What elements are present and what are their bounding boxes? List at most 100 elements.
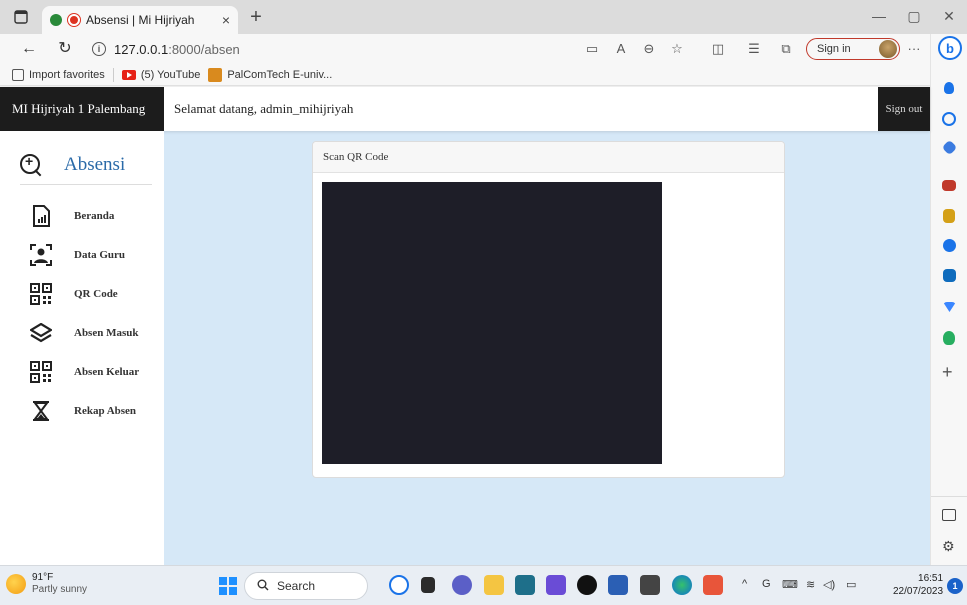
favorite-label: PalComTech E-univ...	[227, 68, 333, 81]
favorite-youtube[interactable]: (5) YouTube	[121, 68, 201, 81]
sidebar-header: + Absensi	[20, 145, 152, 185]
taskbar: 91°F Partly sunny Search ^ G ⌨ ≋ ◁) ▭ 16…	[0, 565, 967, 605]
sidebar-item-data-guru[interactable]: Data Guru	[30, 242, 160, 268]
time: 16:51	[918, 573, 944, 584]
word-icon[interactable]	[608, 575, 628, 595]
sign-in-button[interactable]: Sign in	[806, 38, 900, 60]
close-window-icon[interactable]: ✕	[939, 8, 959, 25]
edge-icon[interactable]	[672, 575, 692, 595]
card-title: Scan QR Code	[313, 142, 784, 173]
add-icon[interactable]: +	[942, 362, 953, 383]
top-navbar: MI Hijriyah 1 Palembang Selamat datang, …	[0, 87, 930, 131]
vscode-icon[interactable]	[546, 575, 566, 595]
person-scan-icon	[30, 244, 52, 266]
sidebar-item-label: Beranda	[74, 210, 115, 222]
tiktok-icon[interactable]	[577, 575, 597, 595]
layers-icon	[30, 322, 52, 344]
notification-badge[interactable]: 1	[947, 578, 963, 594]
search-icon[interactable]	[942, 112, 956, 126]
weather-widget[interactable]: 91°F Partly sunny	[6, 572, 87, 596]
sidebar-item-label: QR Code	[74, 288, 118, 300]
favorite-import[interactable]: Import favorites	[12, 68, 105, 81]
import-icon	[12, 68, 24, 81]
tab-actions-icon[interactable]	[10, 7, 32, 27]
start-button[interactable]	[219, 577, 237, 595]
chat-icon[interactable]	[452, 575, 472, 595]
url-field[interactable]: i 127.0.0.1:8000/absen	[92, 38, 570, 60]
copilot-icon[interactable]	[389, 575, 409, 595]
sign-out-button[interactable]: Sign out	[878, 87, 930, 131]
sidebar-item-label: Rekap Absen	[74, 405, 137, 417]
refresh-icon[interactable]: ↻	[54, 39, 76, 59]
hourglass-icon	[30, 400, 52, 422]
battery-icon[interactable]: ▭	[846, 578, 856, 591]
youtube-icon	[121, 69, 136, 80]
terminal-icon[interactable]	[640, 575, 660, 595]
drop-icon[interactable]	[943, 302, 956, 312]
sidebar-item-absen-masuk[interactable]: Absen Masuk	[30, 320, 160, 346]
taskbar-search[interactable]: Search	[244, 572, 368, 600]
shopping-icon[interactable]	[941, 139, 958, 156]
favorite-star-icon[interactable]: ☆	[668, 40, 686, 58]
tab-close-icon[interactable]: ×	[222, 12, 230, 28]
tray-chevron-icon[interactable]: ^	[742, 578, 747, 590]
tools-icon[interactable]	[942, 180, 956, 191]
file-explorer-icon[interactable]	[484, 575, 504, 595]
task-view-icon[interactable]	[421, 577, 435, 593]
read-aloud-icon[interactable]: A	[612, 40, 630, 58]
temperature: 91°F	[32, 572, 54, 583]
clock[interactable]: 16:51 22/07/2023	[893, 572, 943, 598]
split-screen-icon[interactable]: ◫	[709, 40, 727, 58]
sidebar-item-label: Absen Keluar	[74, 366, 140, 378]
app-available-icon[interactable]: ▭	[583, 40, 601, 58]
new-tab-button[interactable]: +	[244, 6, 268, 29]
sidebar-item-qr-code[interactable]: QR Code	[30, 281, 160, 307]
games-icon[interactable]	[943, 209, 955, 223]
avatar	[879, 40, 897, 58]
tab-title: Absensi | Mi Hijriyah	[86, 13, 195, 27]
outlook-icon[interactable]	[943, 269, 956, 282]
edge-sidebar: b + ⚙	[930, 34, 967, 565]
minimize-icon[interactable]: —	[869, 8, 889, 24]
site-info-icon[interactable]: i	[92, 42, 106, 56]
qr-code-icon	[30, 283, 52, 305]
more-menu-icon[interactable]: ···	[905, 40, 923, 58]
date: 22/07/2023	[893, 586, 944, 597]
sidebar: + Absensi Beranda Data Guru QR Code Abse…	[0, 131, 164, 565]
google-icon[interactable]: G	[762, 578, 771, 590]
search-label: Search	[277, 579, 316, 593]
camera-preview[interactable]	[322, 182, 662, 464]
brand[interactable]: MI Hijriyah 1 Palembang	[0, 87, 164, 131]
bing-icon[interactable]: b	[938, 36, 962, 60]
divider	[931, 496, 967, 497]
notifications-icon[interactable]	[944, 82, 954, 94]
volume-icon[interactable]: ◁)	[823, 578, 835, 591]
zoom-in-icon: +	[20, 153, 42, 176]
favorite-label: (5) YouTube	[140, 68, 201, 81]
zoom-icon[interactable]: ⊖	[640, 40, 658, 58]
collections-icon[interactable]: ⧉	[777, 40, 795, 58]
store-icon[interactable]	[515, 575, 535, 595]
hide-sidebar-icon[interactable]	[942, 509, 956, 521]
report-icon	[30, 205, 52, 227]
settings-gear-icon[interactable]: ⚙	[942, 538, 955, 555]
sidebar-item-rekap-absen[interactable]: Rekap Absen	[30, 398, 160, 424]
wifi-icon[interactable]: ≋	[806, 578, 815, 591]
browser-tab[interactable]: Absensi | Mi Hijriyah ×	[42, 6, 238, 34]
sidebar-title: Absensi	[64, 153, 126, 175]
sidebar-item-label: Data Guru	[74, 249, 126, 261]
favorites-icon[interactable]: ☰	[745, 40, 763, 58]
tree-icon[interactable]	[943, 331, 955, 345]
office-icon[interactable]	[943, 239, 956, 252]
favorite-label: Import favorites	[29, 68, 105, 81]
xampp-icon[interactable]	[703, 575, 723, 595]
back-icon[interactable]: ←	[18, 39, 40, 59]
restore-icon[interactable]: ▢	[904, 8, 924, 25]
favorite-palcomtech[interactable]: PalComTech E-univ...	[208, 67, 333, 82]
sidebar-item-absen-keluar[interactable]: Absen Keluar	[30, 359, 160, 385]
weather-icon	[6, 574, 26, 594]
keyboard-icon[interactable]: ⌨	[782, 578, 798, 591]
sign-in-label: Sign in	[817, 43, 851, 55]
sidebar-item-beranda[interactable]: Beranda	[30, 203, 160, 229]
palcomtech-icon	[208, 67, 223, 82]
